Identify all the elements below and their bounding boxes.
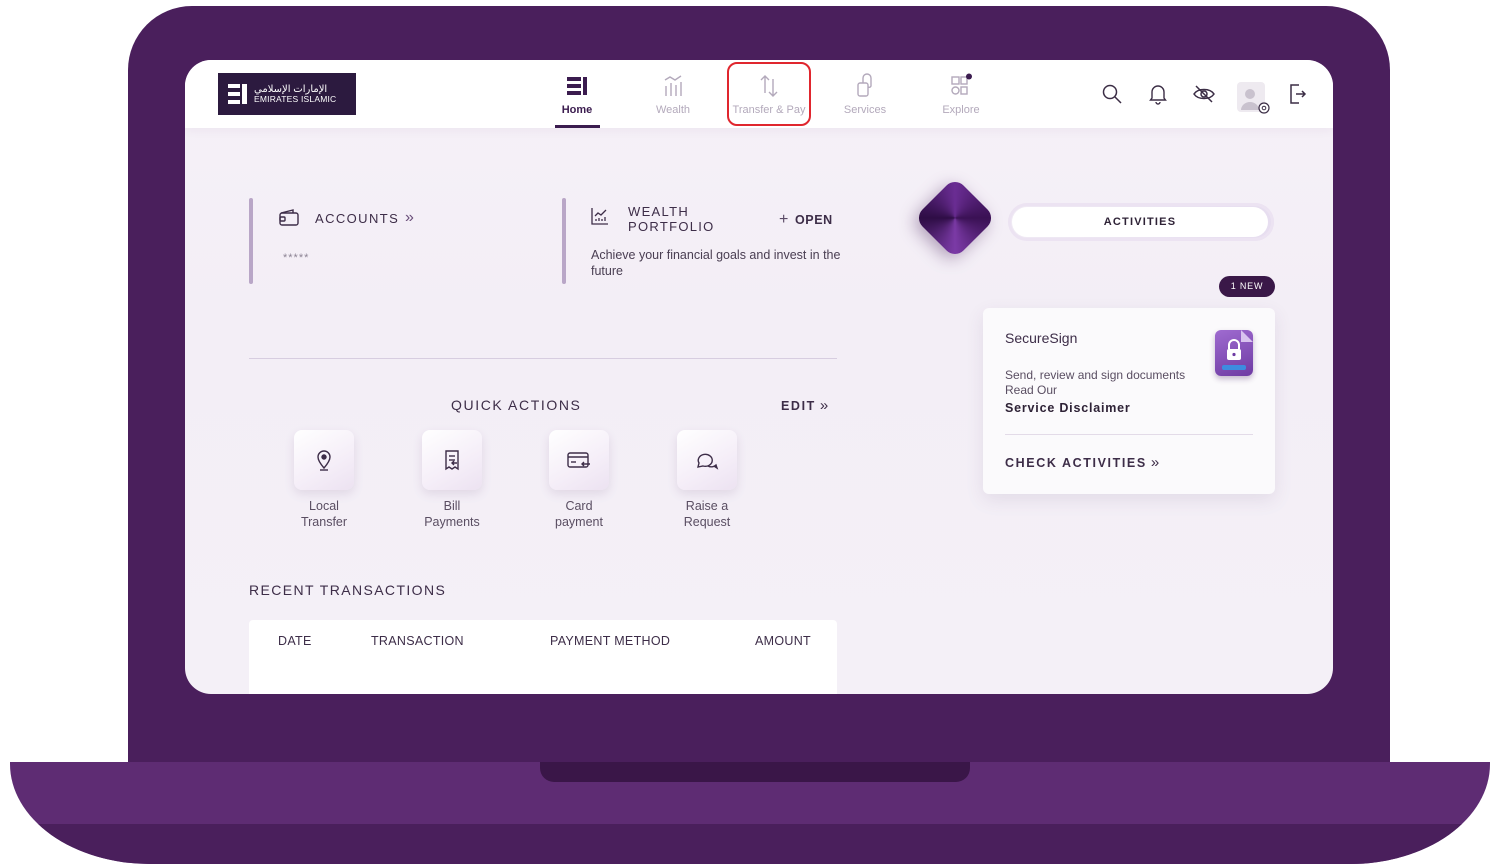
chat-bubbles-icon xyxy=(677,430,737,490)
recent-transactions-title: RECENT TRANSACTIONS xyxy=(249,582,447,598)
nav-wealth-label: Wealth xyxy=(655,104,691,116)
card-divider xyxy=(1005,434,1253,435)
activities-tab[interactable]: ACTIVITIES xyxy=(1008,203,1274,241)
edit-label: EDIT xyxy=(781,399,816,413)
explore-grid-icon xyxy=(916,72,1006,100)
qa-raise-line1: Raise a xyxy=(685,499,729,513)
section-divider xyxy=(249,358,837,359)
portfolio-chart-icon xyxy=(590,206,610,231)
nav-services-label: Services xyxy=(843,104,887,116)
edit-chevron-icon: » xyxy=(819,397,830,414)
qa-raise-line2: Request xyxy=(683,515,731,529)
app-screen: الإمارات الإسلامي EMIRATES ISLAMIC Home … xyxy=(185,60,1333,694)
laptop-base-bottom xyxy=(10,824,1490,864)
open-label: OPEN xyxy=(794,213,833,227)
wealth-divider xyxy=(562,198,566,284)
quick-actions-title: QUICK ACTIONS xyxy=(451,397,582,413)
col-transaction[interactable]: TRANSACTION xyxy=(371,634,464,648)
activities-diamond-icon xyxy=(913,176,997,260)
edit-quick-actions-button[interactable]: EDIT» xyxy=(781,397,830,414)
laptop-base xyxy=(10,762,1490,864)
qa-card-line1: Card xyxy=(565,499,593,513)
masked-balance: ***** xyxy=(283,252,310,264)
qa-local-line1: Local xyxy=(309,499,339,513)
open-portfolio-button[interactable]: + OPEN xyxy=(779,211,833,229)
nav-explore[interactable]: Explore xyxy=(916,72,1006,116)
active-tab-indicator xyxy=(555,125,600,128)
securesign-desc: Send, review and sign documents xyxy=(1005,368,1186,382)
bill-icon xyxy=(422,430,482,490)
wealth-portfolio-title: WEALTH PORTFOLIO xyxy=(628,204,715,234)
qa-card-line2: payment xyxy=(555,515,603,529)
logout-icon[interactable] xyxy=(1285,82,1309,106)
col-payment-method[interactable]: PAYMENT METHOD xyxy=(550,634,670,648)
col-amount[interactable]: AMOUNT xyxy=(755,634,811,648)
services-icon xyxy=(820,72,910,100)
wealth-chart-icon xyxy=(628,72,718,100)
check-activities-button[interactable]: CHECK ACTIVITIES» xyxy=(1005,454,1161,471)
accounts-label[interactable]: ACCOUNTS xyxy=(315,211,399,226)
top-header: الإمارات الإسلامي EMIRATES ISLAMIC Home … xyxy=(185,60,1333,128)
wealth-description: Achieve your financial goals and invest … xyxy=(591,248,841,278)
transactions-table: DATE TRANSACTION PAYMENT METHOD AMOUNT xyxy=(249,620,837,694)
qa-local-line2: Transfer xyxy=(300,515,348,529)
nav-explore-label: Explore xyxy=(942,104,980,116)
profile-settings-icon[interactable] xyxy=(1237,82,1270,114)
bell-icon[interactable] xyxy=(1146,82,1170,106)
wallet-icon xyxy=(278,208,300,231)
new-activities-badge: 1 NEW xyxy=(1219,276,1275,297)
nav-home-label: Home xyxy=(561,104,593,116)
quick-action-raise-request[interactable]: Raise a Request xyxy=(657,430,757,530)
transfer-pay-highlight xyxy=(727,62,811,126)
qa-bill-line2: Payments xyxy=(424,515,480,529)
location-pin-icon xyxy=(294,430,354,490)
quick-action-card-payment[interactable]: Card payment xyxy=(529,430,629,530)
lock-document-icon xyxy=(1215,330,1253,376)
card-icon xyxy=(549,430,609,490)
check-activities-label: CHECK ACTIVITIES xyxy=(1005,456,1147,470)
securesign-title: SecureSign xyxy=(1005,330,1078,346)
securesign-card: SecureSign Send, review and sign documen… xyxy=(983,308,1275,494)
quick-action-bill-payments[interactable]: Bill Payments xyxy=(402,430,502,530)
activities-tab-label: ACTIVITIES xyxy=(1012,207,1268,237)
accounts-chevron-icon[interactable]: » xyxy=(405,209,414,227)
nav-home[interactable]: Home xyxy=(532,72,622,116)
search-icon[interactable] xyxy=(1100,82,1124,106)
check-activities-chevron-icon: » xyxy=(1150,454,1161,471)
securesign-read-our: Read Our xyxy=(1005,383,1058,397)
eye-off-icon[interactable] xyxy=(1192,82,1216,106)
laptop-notch xyxy=(540,762,970,782)
nav-wealth[interactable]: Wealth xyxy=(628,72,718,116)
service-disclaimer-link[interactable]: Service Disclaimer xyxy=(1005,401,1131,415)
laptop-mockup: الإمارات الإسلامي EMIRATES ISLAMIC Home … xyxy=(0,0,1490,864)
accounts-divider xyxy=(249,198,253,284)
qa-bill-line1: Bill xyxy=(443,499,461,513)
home-icon xyxy=(532,72,622,100)
quick-action-local-transfer[interactable]: Local Transfer xyxy=(274,430,374,530)
plus-icon: + xyxy=(779,211,789,228)
nav-services[interactable]: Services xyxy=(820,72,910,116)
col-date[interactable]: DATE xyxy=(278,634,312,648)
